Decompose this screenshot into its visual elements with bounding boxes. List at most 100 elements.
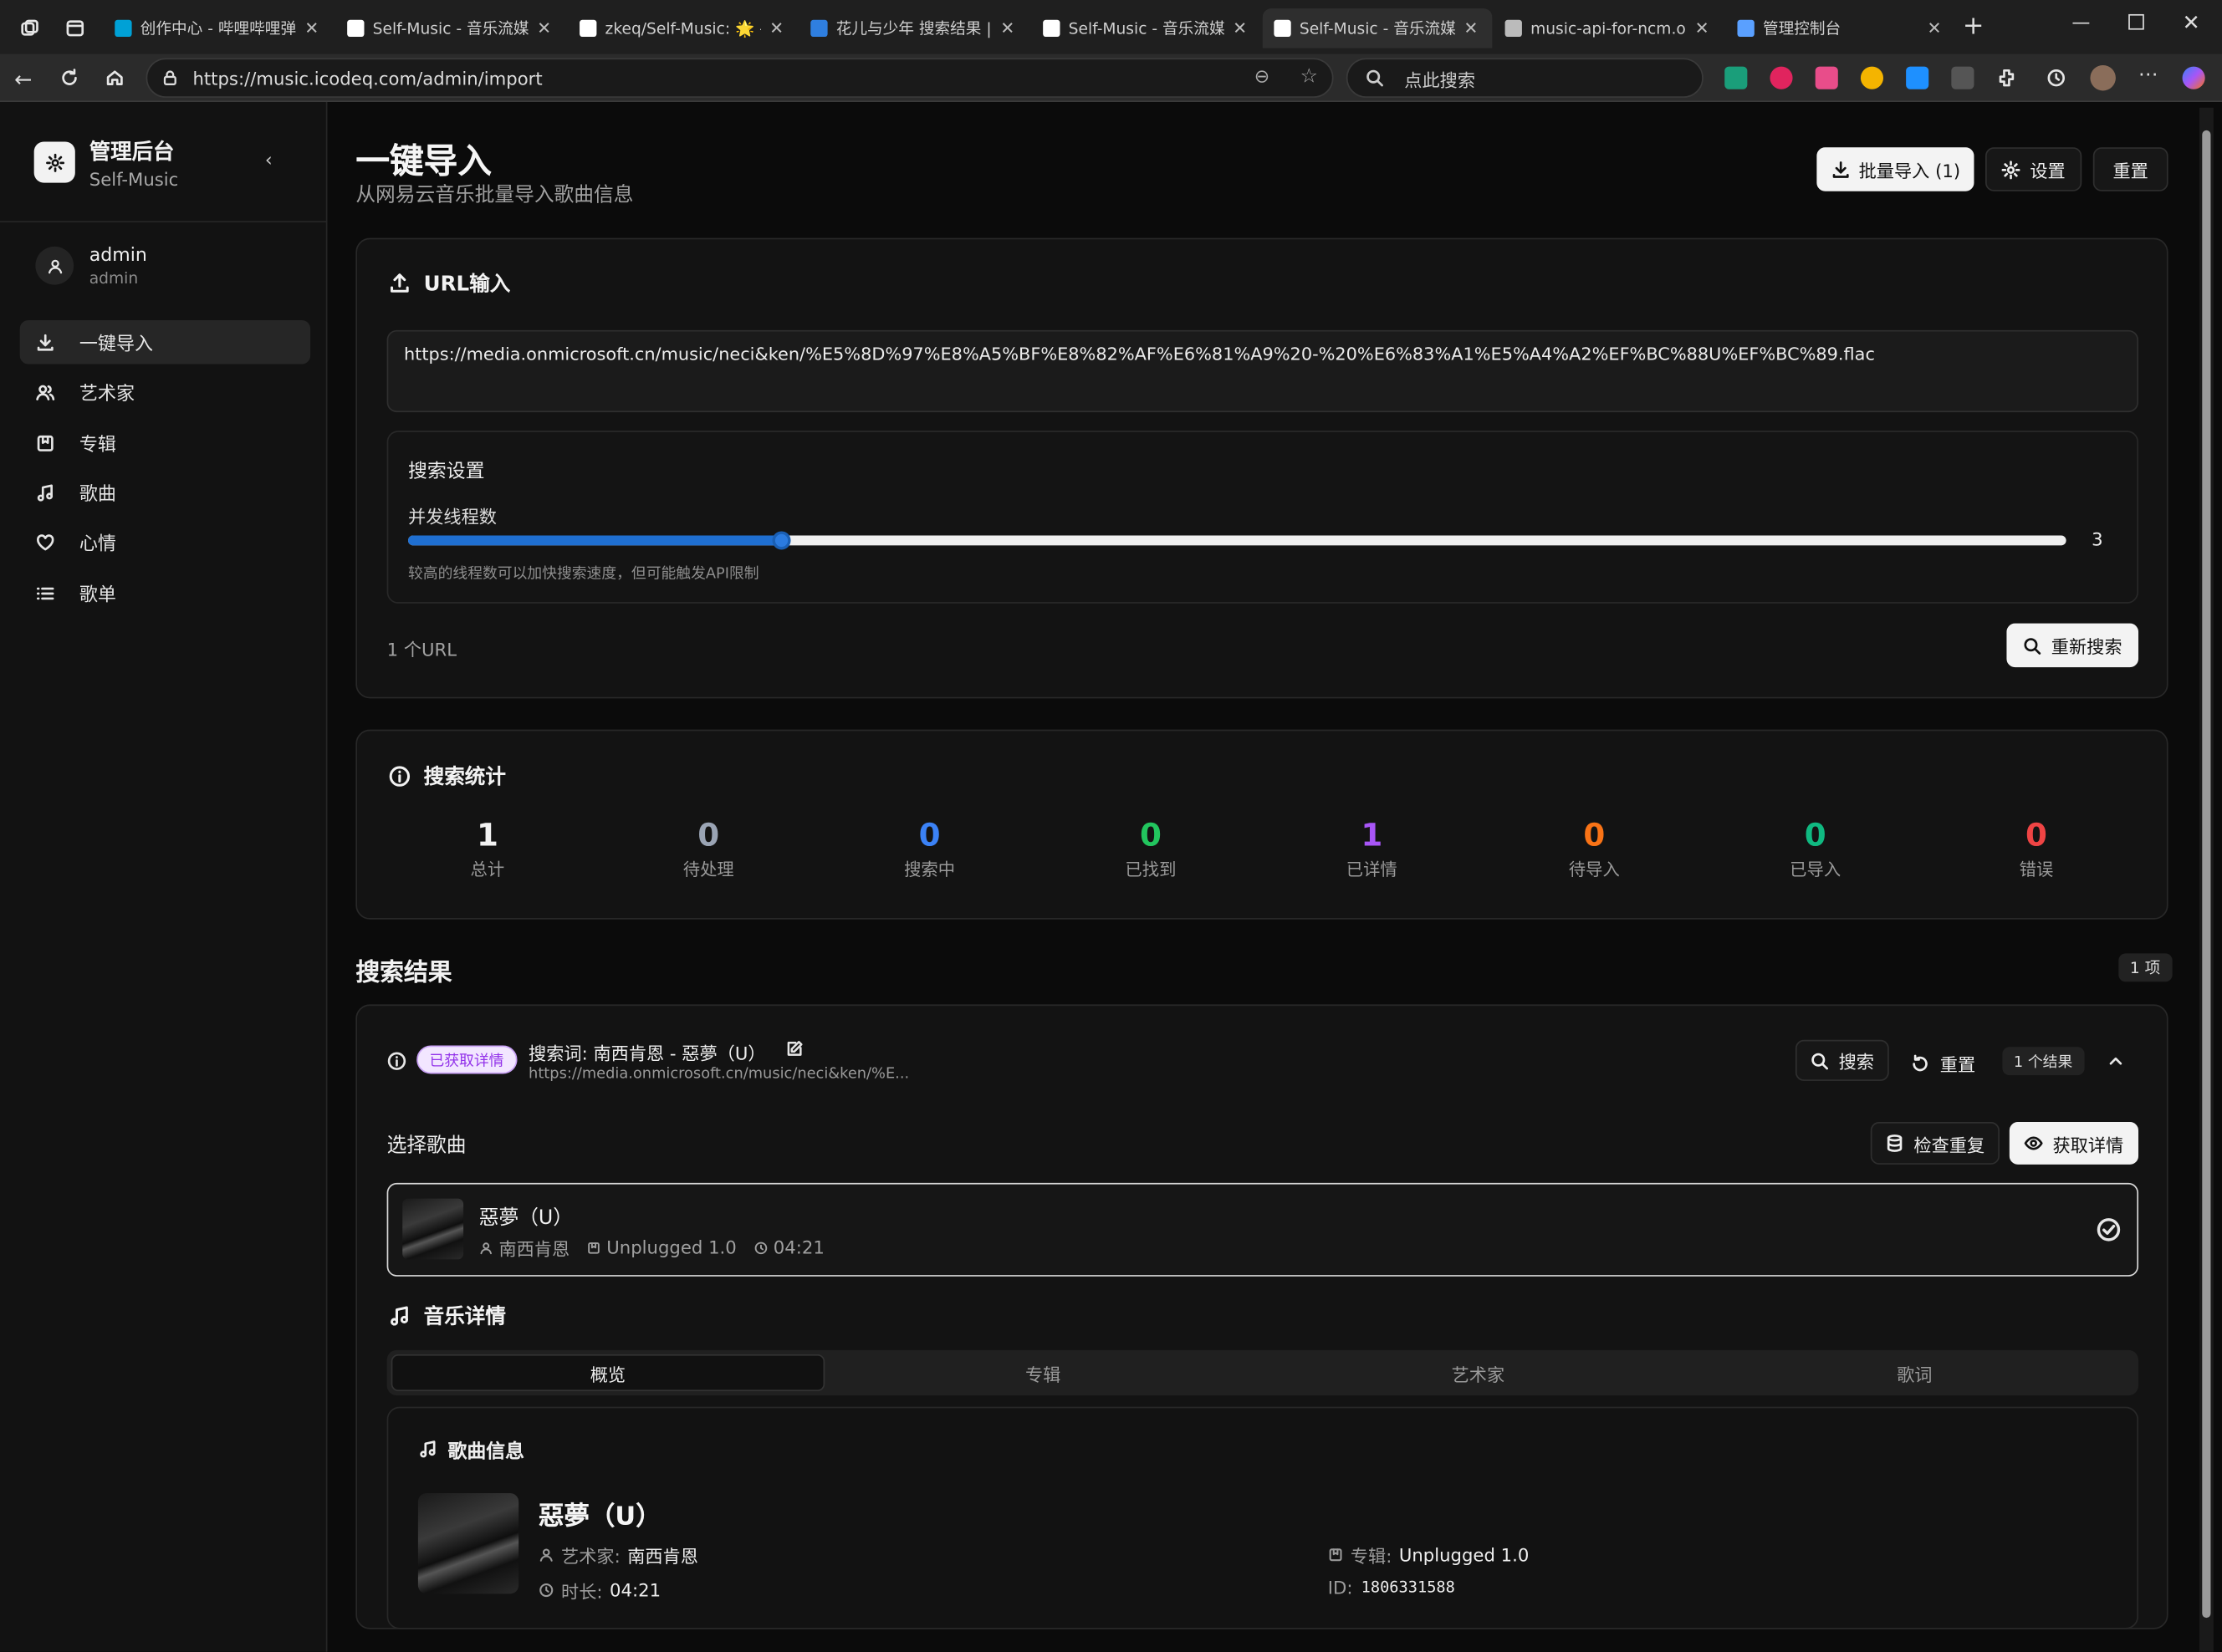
back-arrow-icon[interactable]: ← <box>14 67 32 93</box>
sidebar-item[interactable]: 歌曲 <box>20 471 310 515</box>
research-button[interactable]: 重新搜索 <box>2006 623 2139 668</box>
close-tab-icon[interactable]: ✕ <box>1924 18 1944 38</box>
reset-button[interactable]: 重置 <box>2092 147 2168 191</box>
song-option-name: 惡夢（U） <box>478 1206 574 1230</box>
info-icon <box>387 1052 406 1070</box>
result-count-badge: 1 个结果 <box>2002 1047 2084 1076</box>
reader-mode-icon[interactable]: ⊖ <box>1254 67 1269 88</box>
tab-overview[interactable]: 概览 <box>391 1354 825 1392</box>
history-icon[interactable] <box>2046 68 2066 88</box>
maximize-button[interactable] <box>2128 13 2144 30</box>
browser-tab[interactable]: 创作中心 - 哔哩哔哩弹 ✕ <box>104 8 334 48</box>
tab-artist[interactable]: 艺术家 <box>1261 1354 1695 1391</box>
url-count: 1 个URL <box>386 639 457 660</box>
stats-title: 搜索统计 <box>423 766 506 789</box>
artist-label: 艺术家: <box>561 1545 621 1568</box>
browser-search-field[interactable]: 点此搜索 <box>1346 58 1704 98</box>
sidebar-item[interactable]: 一键导入 <box>19 319 311 365</box>
favorite-star-icon[interactable]: ☆ <box>1300 65 1318 88</box>
close-tab-icon[interactable]: ✕ <box>1692 18 1712 38</box>
tab-lyrics[interactable]: 歌词 <box>1698 1354 2132 1391</box>
user-role: admin <box>89 268 139 288</box>
batch-import-label: 批量导入 (1) <box>1858 160 1961 181</box>
url-textarea-value: https://media.onmicrosoft.cn/music/neci&… <box>403 344 1875 365</box>
info-icon <box>389 765 411 786</box>
close-tab-icon[interactable]: ✕ <box>1461 18 1481 38</box>
close-tab-icon[interactable]: ✕ <box>767 18 787 38</box>
results-count-badge: 1 项 <box>2118 953 2172 982</box>
close-tab-icon[interactable]: ✕ <box>1230 18 1250 38</box>
chevron-up-icon[interactable] <box>2106 1051 2126 1071</box>
tab-album[interactable]: 专辑 <box>826 1354 1260 1391</box>
collapse-chevron-icon[interactable]: ‹ <box>265 150 273 171</box>
url-field[interactable]: https://music.icodeq.com/admin/import ⊖ … <box>146 58 1334 98</box>
url-textarea[interactable]: https://media.onmicrosoft.cn/music/neci&… <box>386 329 2139 413</box>
browser-tab-title: Self-Music - 音乐流媒体 <box>1068 19 1225 38</box>
sidebar-item-label: 歌单 <box>79 584 116 607</box>
extension-icon[interactable] <box>1724 66 1748 89</box>
close-window-button[interactable]: ✕ <box>2183 10 2200 36</box>
browser-tab[interactable]: zkeq/Self-Music: 🌟 — ✕ <box>569 8 799 48</box>
browser-search-placeholder: 点此搜索 <box>1404 69 1476 90</box>
result-reset-button[interactable]: 重置 <box>1910 1050 1975 1077</box>
album-label: 专辑: <box>1350 1545 1392 1568</box>
extension-icon[interactable] <box>1906 66 1929 89</box>
music-note-icon <box>391 1305 409 1325</box>
workspaces-icon[interactable] <box>20 18 40 38</box>
browser-tab[interactable]: Self-Music - 音乐流媒体 ✕ <box>336 8 566 48</box>
tab-favicon-icon <box>1504 19 1522 38</box>
check-duplicate-button[interactable]: 检查重复 <box>1870 1122 2000 1165</box>
song-option-album: Unplugged 1.0 <box>606 1236 737 1258</box>
browser-tab[interactable]: Self-Music - 音乐流媒体 ✕ <box>1032 8 1262 48</box>
browser-tab[interactable]: music-api-for-ncm.onm ✕ <box>1494 8 1724 48</box>
extension-icon[interactable] <box>1770 66 1793 89</box>
sidebar-item[interactable]: 心情 <box>20 520 310 564</box>
fetch-detail-button[interactable]: 获取详情 <box>2009 1122 2139 1165</box>
stat-item: 0 待导入 <box>1509 818 1679 881</box>
user-icon <box>539 1548 553 1562</box>
gear-icon <box>33 141 75 183</box>
sidebar-item[interactable]: 歌单 <box>20 571 310 615</box>
refresh-icon[interactable] <box>59 68 79 88</box>
profile-avatar[interactable] <box>2090 64 2116 91</box>
download-icon <box>1832 161 1849 177</box>
page-scrollbar[interactable] <box>2199 107 2214 1652</box>
edit-icon[interactable] <box>785 1040 804 1058</box>
sidebar-item[interactable]: 专辑 <box>20 421 310 465</box>
browser-tab-title: music-api-for-ncm.onm <box>1530 18 1686 38</box>
batch-import-button[interactable]: 批量导入 (1) <box>1816 147 1974 191</box>
browser-tab[interactable]: 花儿与少年 搜索结果 | ✕ <box>799 8 1029 48</box>
threads-slider-track[interactable] <box>408 531 2066 550</box>
close-tab-icon[interactable]: ✕ <box>534 18 554 38</box>
home-icon[interactable] <box>105 68 125 88</box>
music-detail-title: 音乐详情 <box>423 1306 506 1329</box>
copilot-icon[interactable] <box>2182 66 2205 89</box>
extension-icon[interactable] <box>1860 66 1884 89</box>
stat-value: 0 <box>697 818 720 854</box>
threads-value: 3 <box>2092 528 2103 550</box>
new-tab-button[interactable]: + <box>1963 12 1984 42</box>
tab-favicon-icon <box>1737 19 1755 38</box>
scrollbar-thumb[interactable] <box>2202 130 2211 1619</box>
tab-actions-icon[interactable] <box>65 18 85 38</box>
extension-icon[interactable] <box>1815 66 1838 89</box>
extensions-puzzle-icon[interactable] <box>1997 68 2017 88</box>
fetch-detail-label: 获取详情 <box>2052 1134 2124 1155</box>
browser-tab[interactable]: Self-Music - 音乐流媒体 ✕ <box>1262 8 1493 48</box>
close-tab-icon[interactable]: ✕ <box>998 18 1018 38</box>
song-option[interactable] <box>386 1182 2139 1277</box>
settings-button[interactable]: 设置 <box>1985 147 2082 191</box>
threads-hint: 较高的线程数可以加快搜索速度，但可能触发API限制 <box>408 565 759 583</box>
search-button[interactable]: 搜索 <box>1795 1039 1889 1081</box>
stat-value: 1 <box>1361 818 1383 854</box>
stat-value: 0 <box>1583 818 1606 854</box>
more-menu-icon[interactable]: ⋯ <box>2138 64 2158 86</box>
browser-tab[interactable]: 管理控制台 ✕ <box>1726 8 1956 48</box>
search-label: 搜索 <box>1838 1051 1875 1073</box>
extension-icon[interactable] <box>1951 66 1974 89</box>
minimize-button[interactable]: — <box>2071 13 2090 33</box>
sidebar-item[interactable]: 艺术家 <box>20 370 310 414</box>
divider <box>0 221 328 223</box>
stat-item: 1 已详情 <box>1287 818 1457 881</box>
close-tab-icon[interactable]: ✕ <box>302 18 322 38</box>
